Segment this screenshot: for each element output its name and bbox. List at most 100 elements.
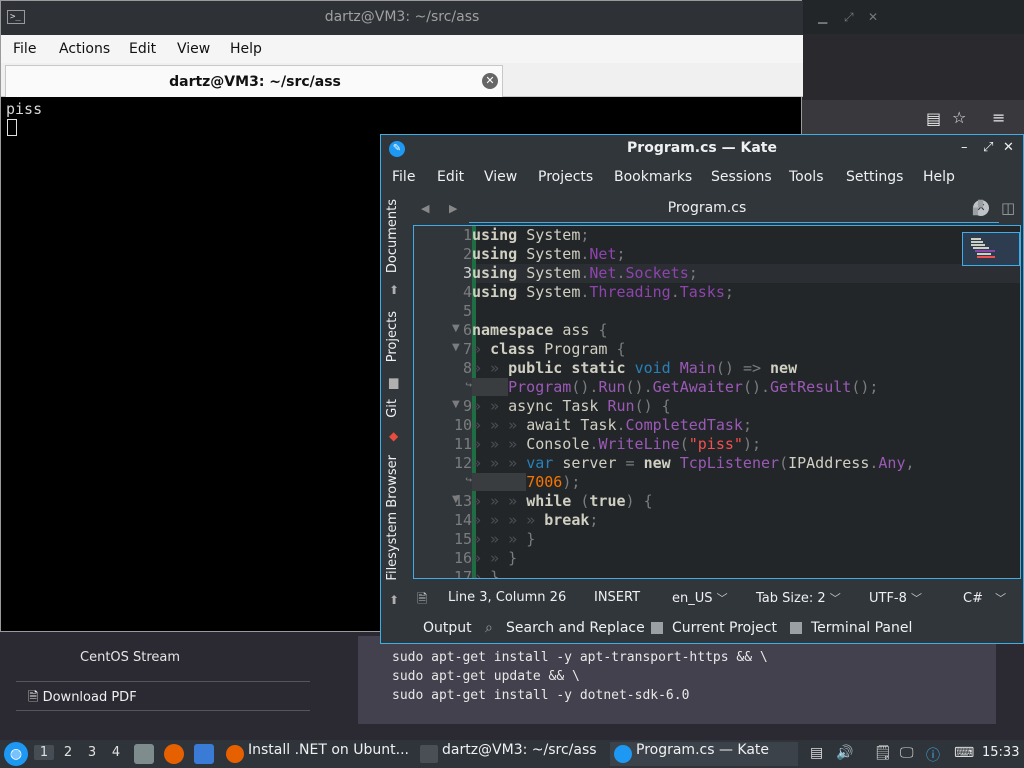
- fold-marker-icon[interactable]: ▼: [452, 323, 460, 334]
- menu-tools[interactable]: Tools: [789, 169, 824, 185]
- workspace-2[interactable]: 2: [58, 745, 78, 760]
- tab-search-and-replace[interactable]: Search and Replace: [506, 620, 645, 636]
- fold-marker-icon[interactable]: ▼: [452, 494, 460, 505]
- menu-icon[interactable]: ≡: [992, 108, 1005, 127]
- encoding-selector[interactable]: UTF-8 ﹀: [869, 590, 922, 606]
- task-kate[interactable]: Program.cs — Kate: [610, 742, 798, 766]
- menu-bookmarks[interactable]: Bookmarks: [614, 169, 692, 185]
- menu-actions[interactable]: Actions: [59, 41, 110, 57]
- fold-marker-icon[interactable]: ▼: [452, 399, 460, 410]
- clipboard-icon[interactable]: ▤: [810, 745, 823, 761]
- code-line: namespace ass {: [472, 321, 608, 339]
- code-line: » » » await Task.CompletedTask;: [472, 416, 752, 434]
- workspace-3[interactable]: 3: [82, 745, 102, 760]
- menu-settings[interactable]: Settings: [846, 169, 903, 185]
- workspace-4[interactable]: 4: [106, 745, 126, 760]
- terminal-icon: [790, 622, 802, 634]
- star-icon[interactable]: ☆: [952, 108, 966, 127]
- line-number: 1: [462, 226, 472, 244]
- dictionary-selector[interactable]: en_US ﹀: [672, 590, 728, 606]
- menu-edit[interactable]: Edit: [437, 169, 464, 185]
- chevron-down-icon: ﹀: [995, 592, 1007, 605]
- maximize-icon[interactable]: ⤢: [983, 140, 993, 155]
- close-icon[interactable]: ✕: [868, 10, 878, 24]
- menu-help[interactable]: Help: [230, 41, 262, 57]
- terminal-tabbar: dartz@VM3: ~/src/ass ✕: [1, 63, 803, 97]
- tab-forward-icon[interactable]: ▶: [449, 202, 457, 215]
- tab-terminal-panel[interactable]: Terminal Panel: [811, 620, 912, 636]
- code-line: sudo apt-get update && \: [392, 669, 580, 684]
- input-mode[interactable]: INSERT: [594, 590, 640, 605]
- sidebar-tab-git[interactable]: Git: [385, 399, 400, 418]
- task-terminal[interactable]: dartz@VM3: ~/src/ass: [416, 742, 602, 766]
- code-line: ░░░░░░7006);: [472, 473, 581, 491]
- file-manager-icon[interactable]: [134, 744, 154, 764]
- centos-link[interactable]: CentOS Stream: [80, 650, 180, 665]
- wrap-indicator-icon: ↪: [465, 473, 472, 486]
- workspace-1[interactable]: 1: [34, 745, 54, 760]
- menu-view[interactable]: View: [177, 41, 210, 57]
- minimize-icon[interactable]: –: [961, 140, 968, 155]
- sidebar-tab-projects[interactable]: Projects: [385, 311, 400, 362]
- code-snippet: sudo apt-get install -y apt-transport-ht…: [358, 636, 996, 724]
- keyboard-icon[interactable]: ⌨: [954, 745, 974, 761]
- menu-view[interactable]: View: [484, 169, 517, 185]
- kate-toolview-bar: Output ⌕ Search and Replace Current Proj…: [413, 615, 1023, 641]
- tab-current-project[interactable]: Current Project: [672, 620, 777, 636]
- notification-icon[interactable]: ⓘ: [926, 745, 940, 765]
- split-view-icon[interactable]: ▞: [973, 201, 983, 216]
- project-icon: [651, 622, 663, 634]
- firefox-icon[interactable]: [164, 744, 184, 764]
- line-number: 8: [462, 359, 472, 377]
- split-vertical-icon[interactable]: ◫: [1001, 199, 1015, 217]
- tab-back-icon[interactable]: ◀: [421, 202, 429, 215]
- minimap[interactable]: [962, 232, 1020, 266]
- divider: [16, 710, 310, 711]
- task-label: Program.cs — Kate: [636, 742, 770, 758]
- line-number: 4: [462, 283, 472, 301]
- code-line: using System.Threading.Tasks;: [472, 283, 734, 301]
- kate-sidebar: Documents ⬆ Projects ▆ Git ◆ Filesystem …: [381, 193, 411, 615]
- sidebar-tab-filesystem-browser[interactable]: Filesystem Browser: [385, 455, 400, 581]
- minimize-icon[interactable]: ▁: [818, 10, 827, 24]
- terminal-tab[interactable]: dartz@VM3: ~/src/ass ✕: [5, 65, 503, 97]
- tab-label: dartz@VM3: ~/src/ass: [169, 74, 341, 90]
- menu-file[interactable]: File: [13, 41, 36, 57]
- firefox-icon: [226, 745, 244, 763]
- tab-size-value: Tab Size: 2: [756, 591, 826, 606]
- code-line: » » }: [472, 549, 518, 567]
- code-editor[interactable]: 1 2 3 4 5 6 7 8 ↪ 9 10 11 12 ↪ 13 14 15 …: [413, 225, 1021, 579]
- reader-icon[interactable]: ▤: [926, 109, 941, 128]
- clock[interactable]: 15:33: [982, 745, 1019, 760]
- volume-icon[interactable]: 🔊: [836, 745, 853, 761]
- menu-help[interactable]: Help: [923, 169, 955, 185]
- desktop-icon[interactable]: [194, 744, 214, 764]
- line-number: 16: [453, 549, 472, 567]
- menu-sessions[interactable]: Sessions: [711, 169, 772, 185]
- code-line: » » » Console.WriteLine("piss");: [472, 435, 761, 453]
- tab-size-selector[interactable]: Tab Size: 2 ﹀: [756, 590, 841, 606]
- maximize-icon[interactable]: ⤢: [844, 10, 854, 25]
- tab-output[interactable]: Output: [423, 620, 472, 636]
- monitor-icon[interactable]: 🖵: [900, 745, 914, 761]
- menu-edit[interactable]: Edit: [129, 41, 156, 57]
- download-pdf-link[interactable]: 🗎 Download PDF: [28, 688, 137, 710]
- document-tab[interactable]: Program.cs ✕: [469, 195, 999, 223]
- task-firefox[interactable]: Install .NET on Ubunt...: [222, 742, 412, 766]
- language-selector[interactable]: C# ﹀: [963, 590, 1006, 606]
- code-line: using System.Net;: [472, 245, 626, 263]
- code-line: » » » var server = new TcpListener(IPAdd…: [472, 454, 915, 472]
- cursor-position[interactable]: Line 3, Column 26: [448, 590, 566, 605]
- close-icon[interactable]: ✕: [1003, 140, 1014, 155]
- notes-icon[interactable]: 🗒: [874, 745, 892, 761]
- menu-file[interactable]: File: [392, 169, 415, 185]
- close-tab-icon[interactable]: ✕: [482, 73, 498, 89]
- fold-marker-icon[interactable]: ▼: [452, 342, 460, 353]
- terminal-menubar: File Actions Edit View Help: [1, 35, 803, 63]
- chevron-down-icon: ﹀: [829, 592, 841, 605]
- menu-projects[interactable]: Projects: [538, 169, 593, 185]
- start-menu-button[interactable]: ◍: [4, 742, 28, 766]
- document-tabbar: ◀ ▶ Program.cs ✕ ▞ ◫: [413, 195, 1023, 223]
- document-icon[interactable]: 🗎: [417, 590, 427, 612]
- sidebar-tab-documents[interactable]: Documents: [385, 199, 400, 273]
